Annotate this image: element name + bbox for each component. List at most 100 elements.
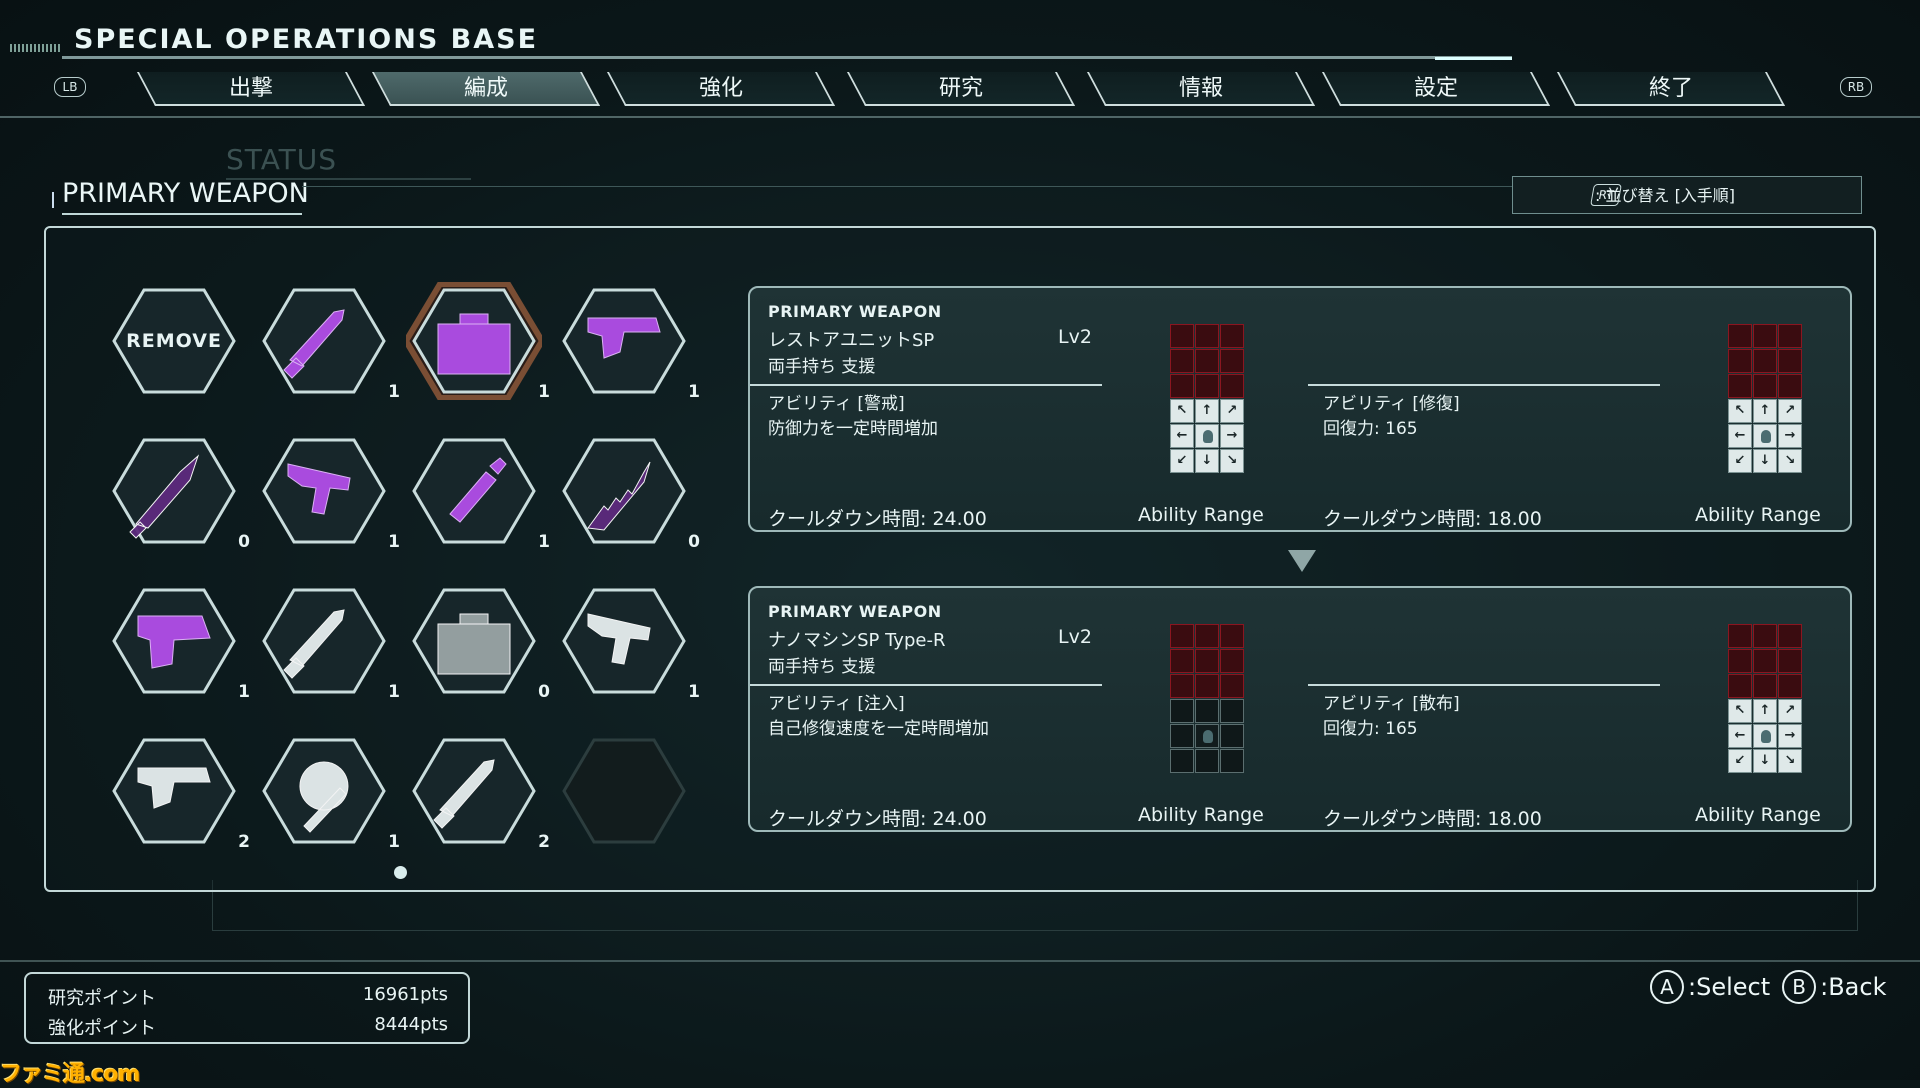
weapon-slot[interactable]: 1: [256, 732, 400, 852]
hex-frame: [562, 288, 686, 394]
weapon-name: レストアユニットSP: [768, 330, 935, 351]
weapon-slot[interactable]: 1: [256, 282, 400, 402]
research-points-value: 16961pts: [362, 984, 448, 1005]
weapon-slot[interactable]: 1: [256, 582, 400, 702]
hex-frame: [406, 282, 542, 400]
range-cell: ↗: [1778, 699, 1802, 723]
item-count: 0: [238, 532, 250, 552]
ability2-block: アビリティ [散布] 回復力: 165: [1323, 692, 1460, 742]
tab-label: 研究: [938, 76, 983, 101]
points-panel: 研究ポイント 16961pts 強化ポイント 8444pts: [24, 972, 470, 1044]
upgrade-points-value: 8444pts: [374, 1014, 448, 1035]
range-cell: [1195, 624, 1219, 648]
footer-divider: [0, 960, 1920, 962]
tab-upgrade[interactable]: 強化: [606, 72, 836, 106]
weapon-slot[interactable]: 1: [256, 432, 400, 552]
weapon-slot[interactable]: 1: [556, 282, 700, 402]
ability1-range-grid: ↖ ↑ ↗ ← → ↙ ↓ ↘: [1170, 324, 1246, 476]
ability2-name: アビリティ [散布]: [1323, 694, 1460, 714]
weapon-slot[interactable]: 0: [556, 432, 700, 552]
tab-sortie[interactable]: 出撃: [136, 72, 366, 106]
range-cell: [1753, 724, 1777, 748]
range-cell: →: [1778, 424, 1802, 448]
range-cell: [1220, 649, 1244, 673]
hex-frame: [262, 438, 386, 544]
range-cell: ↗: [1220, 399, 1244, 423]
hex-frame: [562, 438, 686, 544]
rb-bumper-button[interactable]: RB: [1840, 77, 1872, 97]
hex-frame: [412, 438, 536, 544]
item-count: 2: [238, 832, 250, 852]
tab-formation[interactable]: 編成: [371, 72, 601, 106]
ability2-cooldown: クールダウン時間: 18.00: [1323, 508, 1542, 530]
ability2-desc: 回復力: 165: [1323, 419, 1418, 439]
title-underline: [62, 56, 1512, 59]
item-count: 0: [688, 532, 700, 552]
weapon-slot[interactable]: 1: [406, 432, 550, 552]
range-cell: [1195, 374, 1219, 398]
tab-settings[interactable]: 設定: [1321, 72, 1551, 106]
card-divider: [1308, 684, 1660, 686]
weapon-slot[interactable]: 1: [106, 582, 250, 702]
range-cell: [1753, 324, 1777, 348]
a-button-icon[interactable]: A: [1650, 970, 1684, 1004]
ability2-range-label: Ability Range: [1695, 804, 1821, 826]
tab-research[interactable]: 研究: [846, 72, 1076, 106]
unit-position-icon: [1761, 430, 1771, 443]
range-cell: [1728, 374, 1752, 398]
unit-position-icon: [1203, 730, 1213, 743]
weapon-slot[interactable]: 2: [406, 732, 550, 852]
weapon-level: Lv2: [1058, 326, 1092, 348]
b-button-icon[interactable]: B: [1782, 970, 1817, 1004]
ability2-name: アビリティ [修復]: [1323, 394, 1460, 414]
tab-label: 終了: [1648, 76, 1693, 101]
range-cell: [1220, 624, 1244, 648]
tab-quit[interactable]: 終了: [1556, 72, 1786, 106]
compare-arrow-icon: [1288, 550, 1316, 572]
item-count: 2: [538, 832, 550, 852]
ability1-range-label: Ability Range: [1138, 504, 1264, 526]
tab-bar: 出撃 編成 強化 研究 情報 設定 終了: [132, 72, 1792, 108]
lb-bumper-button[interactable]: LB: [54, 77, 86, 97]
weapon-card-current: PRIMARY WEAPON レストアユニットSP Lv2 両手持ち 支援 アビ…: [748, 286, 1852, 532]
back-label: :Back: [1820, 973, 1887, 1001]
range-cell: [1728, 324, 1752, 348]
item-count: 1: [538, 532, 550, 552]
sort-button[interactable]: : 並び替え [入手順]: [1512, 176, 1862, 214]
hex-frame: [262, 588, 386, 694]
remove-slot-button[interactable]: REMOVE: [106, 282, 242, 400]
item-count: 1: [688, 682, 700, 702]
weapon-slot[interactable]: 2: [106, 732, 250, 852]
range-cell: ↓: [1753, 749, 1777, 773]
section-marker: [52, 192, 54, 208]
weapon-hand-type: 両手持ち 支援: [768, 357, 876, 377]
ability2-range-grid: ↖ ↑ ↗ ← → ↙ ↓ ↘: [1728, 324, 1804, 476]
page-indicator-dot[interactable]: [394, 866, 407, 879]
range-cell: ↙: [1728, 449, 1752, 473]
ghost-status-title: STATUS: [226, 143, 338, 176]
ability1-range-label: Ability Range: [1138, 804, 1264, 826]
ability2-range-grid: ↖ ↑ ↗ ← → ↙ ↓ ↘: [1728, 624, 1804, 776]
weapon-slot[interactable]: 0: [406, 582, 550, 702]
section-rule: [302, 186, 1514, 187]
card-type: PRIMARY WEAPON: [768, 602, 942, 621]
rt-trigger-icon: RT: [1590, 184, 1622, 206]
tab-info[interactable]: 情報: [1086, 72, 1316, 106]
range-cell: ↖: [1170, 399, 1194, 423]
remove-label: REMOVE: [126, 330, 222, 352]
weapon-hand-type: 両手持ち 支援: [768, 657, 876, 677]
title-decoration: [10, 44, 62, 52]
hex-frame: [112, 588, 236, 694]
tab-label: 強化: [698, 76, 743, 101]
weapon-slot[interactable]: 1: [556, 582, 700, 702]
weapon-slot[interactable]: 0: [106, 432, 250, 552]
hex-frame: [562, 738, 686, 844]
range-cell: [1170, 349, 1194, 373]
hex-frame: [562, 588, 686, 694]
item-count: 1: [388, 382, 400, 402]
range-cell: [1195, 324, 1219, 348]
weapon-slot[interactable]: 1: [406, 282, 550, 402]
range-cell: [1195, 749, 1219, 773]
item-count: 1: [688, 382, 700, 402]
card-divider: [1308, 384, 1660, 386]
